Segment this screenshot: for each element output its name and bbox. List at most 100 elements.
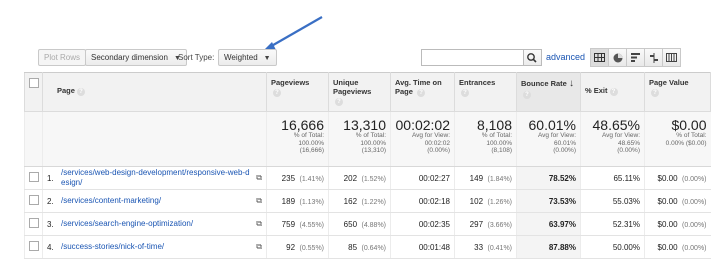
help-icon[interactable]: ? xyxy=(523,91,531,99)
total-sub: % of Total: xyxy=(481,132,512,139)
unique-pageviews-pct: (4.88%) xyxy=(361,221,386,229)
pageviews-pct: (1.41%) xyxy=(299,175,324,183)
help-icon[interactable]: ? xyxy=(609,88,618,96)
header-pageviews[interactable]: Pageviews? xyxy=(266,72,329,112)
row-select-cell xyxy=(24,189,43,213)
unique-pageviews-value: 85 xyxy=(348,242,358,252)
header-page[interactable]: Page? xyxy=(42,72,267,112)
total-pageviews: 16,666% of Total: 100.00% (16,666) xyxy=(266,111,329,167)
unique-pageviews-cell: 85 (0.64%) xyxy=(328,235,391,259)
pageviews-cell: 235 (1.41%) xyxy=(266,166,329,190)
total-value: 13,310 xyxy=(343,117,386,133)
page-value-cell: $0.00 (0.00%) xyxy=(644,212,711,236)
help-icon[interactable]: ? xyxy=(273,89,281,97)
page-value-pct: (0.00%) xyxy=(681,221,707,229)
total-sub: (16,666) xyxy=(299,147,324,154)
row-index: 2. xyxy=(47,196,54,206)
avg-time-value: 00:02:18 xyxy=(418,196,450,206)
total-sub: 00:02:02 xyxy=(424,139,450,147)
header-unique-pageviews[interactable]: Unique Pageviews? xyxy=(328,72,391,112)
external-link-icon[interactable]: ⧉ xyxy=(256,173,262,183)
total-unique-pageviews: 13,310% of Total: 100.00% (13,310) xyxy=(328,111,391,167)
header-bounce-rate-label: Bounce Rate xyxy=(521,79,567,88)
page-link[interactable]: /services/search-engine-optimization/ xyxy=(61,219,252,229)
header-page-value[interactable]: Page Value? xyxy=(644,72,711,112)
external-link-icon[interactable]: ⧉ xyxy=(256,196,262,206)
page-link[interactable]: /success-stories/nick-of-time/ xyxy=(61,242,252,252)
entrances-cell: 33 (0.41%) xyxy=(454,235,517,259)
row-checkbox[interactable] xyxy=(29,218,39,228)
exit-value: 55.03% xyxy=(612,196,640,206)
avg-time-cell: 00:01:48 xyxy=(390,235,455,259)
pie-view-button[interactable] xyxy=(608,48,627,67)
help-icon[interactable]: ? xyxy=(335,98,343,106)
row-checkbox[interactable] xyxy=(29,195,39,205)
header-exit[interactable]: % Exit? xyxy=(580,72,645,112)
header-avg-time[interactable]: Avg. Time on Page ? xyxy=(390,72,455,112)
total-sub: (0.00%) xyxy=(553,147,576,154)
row-select-cell xyxy=(24,166,43,190)
unique-pageviews-pct: (0.64%) xyxy=(361,244,386,252)
avg-time-cell: 00:02:35 xyxy=(390,212,455,236)
external-link-icon[interactable]: ⧉ xyxy=(256,242,262,252)
unique-pageviews-cell: 162 (1.22%) xyxy=(328,189,391,213)
pivot-view-button[interactable] xyxy=(662,48,681,67)
help-icon[interactable]: ? xyxy=(651,89,659,97)
page-value-cell: $0.00 (0.00%) xyxy=(644,166,711,190)
secondary-dimension-dropdown[interactable]: Secondary dimension ▼ xyxy=(85,49,187,66)
help-icon[interactable]: ? xyxy=(76,88,85,96)
page-link[interactable]: /services/web-design-development/respons… xyxy=(61,168,252,188)
avg-time-value: 00:02:35 xyxy=(418,219,450,229)
table-view-button[interactable] xyxy=(590,48,609,67)
avg-time-value: 00:01:48 xyxy=(418,242,450,252)
header-unique-pageviews-label: Unique Pageviews xyxy=(333,78,372,96)
help-icon[interactable]: ? xyxy=(417,89,426,97)
unique-pageviews-cell: 202 (1.52%) xyxy=(328,166,391,190)
select-all-checkbox[interactable] xyxy=(29,78,39,88)
search-icon xyxy=(527,53,537,63)
secondary-dimension-label: Secondary dimension xyxy=(91,53,168,62)
entrances-pct: (0.41%) xyxy=(487,244,512,252)
bar-view-icon xyxy=(630,53,640,62)
page-cell: 2. /services/content-marketing/ ⧉ xyxy=(42,189,267,213)
total-sub: 100.00% xyxy=(360,139,386,147)
unique-pageviews-value: 202 xyxy=(343,173,358,183)
row-checkbox[interactable] xyxy=(29,241,39,251)
bar-view-button[interactable] xyxy=(626,48,645,67)
table-row: 2. /services/content-marketing/ ⧉ 189 (1… xyxy=(24,189,711,213)
entrances-value: 149 xyxy=(469,173,484,183)
avg-time-value: 00:02:27 xyxy=(418,173,450,183)
total-sub: (13,310) xyxy=(361,147,386,154)
row-checkbox[interactable] xyxy=(29,172,39,182)
page-link[interactable]: /services/content-marketing/ xyxy=(61,196,252,206)
exit-cell: 55.03% xyxy=(580,189,645,213)
totals-empty-cell xyxy=(24,111,43,167)
header-entrances[interactable]: Entrances? xyxy=(454,72,517,112)
pageviews-pct: (0.55%) xyxy=(299,244,324,252)
total-sub: Avg for View: xyxy=(411,132,450,139)
pie-view-icon xyxy=(613,53,622,62)
total-exit: 48.65% Avg for View: 48.65% (0.00%) xyxy=(580,111,645,167)
external-link-icon[interactable]: ⧉ xyxy=(256,219,262,229)
page-value-value: $0.00 xyxy=(657,196,678,206)
search-button[interactable] xyxy=(524,49,542,66)
exit-cell: 52.31% xyxy=(580,212,645,236)
header-bounce-rate[interactable]: Bounce Rate ↓? xyxy=(516,72,581,112)
report-table: Page? Pageviews? Unique Pageviews? Avg. … xyxy=(24,72,711,259)
view-switcher xyxy=(590,48,681,67)
total-sub: Avg for View: xyxy=(537,132,576,139)
unique-pageviews-cell: 650 (4.88%) xyxy=(328,212,391,236)
compare-view-icon xyxy=(649,52,658,63)
search-input[interactable] xyxy=(421,49,524,66)
bounce-rate-value: 63.97% xyxy=(548,219,576,229)
help-icon[interactable]: ? xyxy=(461,89,469,97)
pageviews-cell: 189 (1.13%) xyxy=(266,189,329,213)
compare-view-button[interactable] xyxy=(644,48,663,67)
sort-type-dropdown[interactable]: Weighted ▼ xyxy=(218,49,277,66)
total-page-value: $0.00% of Total: 0.00% ($0.00) xyxy=(644,111,711,167)
bounce-rate-value: 78.52% xyxy=(548,173,576,183)
entrances-pct: (3.66%) xyxy=(487,221,512,229)
bounce-rate-cell: 87.88% xyxy=(516,235,581,259)
advanced-link[interactable]: advanced xyxy=(546,49,585,66)
plot-rows-button[interactable]: Plot Rows xyxy=(38,49,87,66)
